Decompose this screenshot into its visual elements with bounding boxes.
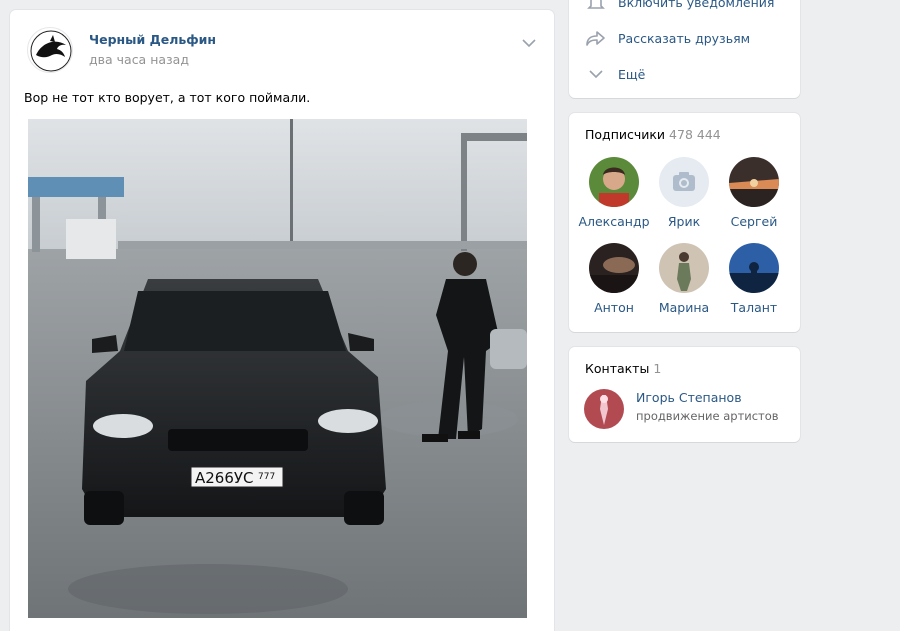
avatar[interactable] bbox=[584, 389, 624, 429]
chevron-down-icon[interactable] bbox=[521, 37, 537, 49]
subscriber-name: Сергей bbox=[730, 214, 778, 229]
post-photo[interactable]: А266УС 777 bbox=[28, 119, 527, 618]
chevron-down-icon bbox=[585, 64, 607, 84]
enable-notifications-label: Включить уведомления bbox=[618, 0, 775, 10]
subscriber-item[interactable]: Александр bbox=[578, 157, 650, 229]
post-author-link[interactable]: Черный Дельфин bbox=[89, 32, 216, 47]
subscriber-item[interactable]: Сергей bbox=[718, 157, 790, 229]
post-header: Черный Дельфин два часа назад bbox=[27, 27, 537, 73]
contacts-header[interactable]: Контакты 1 bbox=[585, 361, 661, 376]
contact-name-link[interactable]: Игорь Степанов bbox=[636, 390, 742, 405]
enable-notifications-button[interactable]: Включить уведомления bbox=[585, 0, 774, 12]
share-icon bbox=[585, 28, 607, 48]
subscriber-name: Марина bbox=[658, 300, 710, 315]
contact-role: продвижение артистов bbox=[636, 409, 779, 423]
contacts-card: Контакты 1 Игорь Степанов продвижение арт… bbox=[569, 347, 800, 442]
avatar bbox=[729, 243, 779, 293]
subscriber-name: Александр bbox=[578, 214, 650, 229]
avatar bbox=[729, 157, 779, 207]
subscribers-title: Подписчики bbox=[585, 127, 666, 142]
community-actions-card: Включить уведомления Рассказать друзьям … bbox=[569, 0, 800, 98]
contacts-title: Контакты bbox=[585, 361, 650, 376]
license-plate-region: 777 bbox=[258, 472, 275, 482]
subscriber-item[interactable]: Талант bbox=[718, 243, 790, 315]
community-avatar[interactable] bbox=[27, 27, 73, 73]
subscriber-item[interactable]: Марина bbox=[648, 243, 720, 315]
bell-icon bbox=[585, 0, 607, 12]
subscriber-item[interactable]: Ярик bbox=[648, 157, 720, 229]
subscriber-name: Антон bbox=[594, 300, 634, 315]
subscriber-item[interactable]: Антон bbox=[578, 243, 650, 315]
contacts-count: 1 bbox=[653, 361, 662, 376]
share-with-friends-button[interactable]: Рассказать друзьям bbox=[585, 28, 750, 48]
more-label: Ещё bbox=[618, 66, 646, 82]
avatar bbox=[589, 243, 639, 293]
avatar bbox=[589, 157, 639, 207]
post-card: Черный Дельфин два часа назад Вор не тот… bbox=[10, 10, 554, 631]
post-timestamp[interactable]: два часа назад bbox=[89, 52, 189, 67]
license-plate-number: А266УС bbox=[195, 469, 254, 487]
camera-icon bbox=[673, 172, 695, 191]
subscriber-name: Талант bbox=[730, 300, 778, 315]
avatar bbox=[659, 157, 709, 207]
more-button[interactable]: Ещё bbox=[585, 64, 645, 84]
subscribers-count: 478 444 bbox=[669, 127, 721, 142]
subscriber-name: Ярик bbox=[667, 214, 701, 229]
avatar bbox=[659, 243, 709, 293]
share-with-friends-label: Рассказать друзьям bbox=[618, 30, 751, 46]
post-text: Вор не тот кто ворует, а тот кого поймал… bbox=[24, 90, 311, 105]
subscribers-header[interactable]: Подписчики 478 444 bbox=[585, 127, 721, 142]
subscribers-card: Подписчики 478 444 Александр Ярик Сергей … bbox=[569, 113, 800, 332]
